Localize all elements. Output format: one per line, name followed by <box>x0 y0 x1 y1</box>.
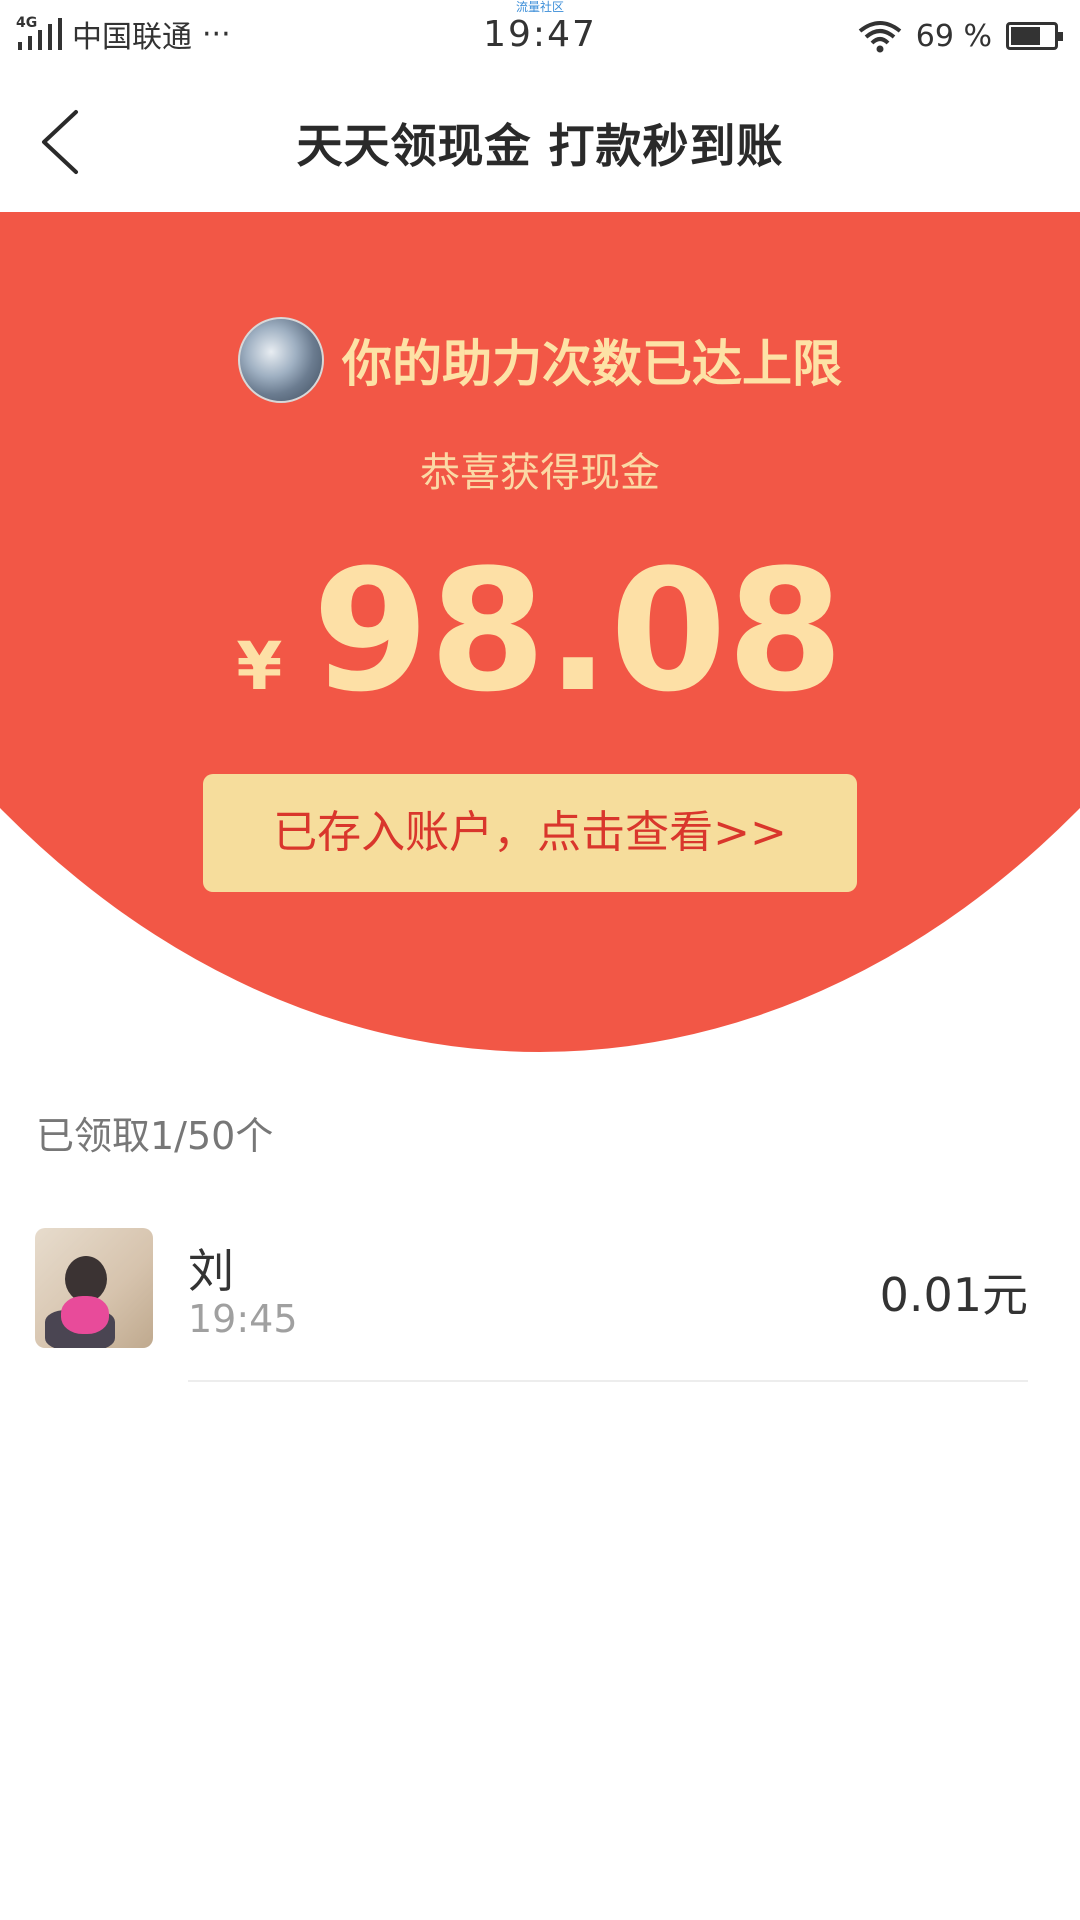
avatar <box>238 317 324 403</box>
list-item[interactable]: 刘 19:45 0.01元 <box>0 1225 1080 1385</box>
wifi-icon <box>858 21 902 53</box>
claim-time: 19:45 <box>188 1297 298 1341</box>
claimer-name: 刘 <box>188 1244 234 1298</box>
battery-icon <box>1006 22 1063 50</box>
page-title: 天天领现金 打款秒到账 <box>296 119 784 173</box>
nav-header: 天天领现金 打款秒到账 <box>0 72 1080 212</box>
claim-amount: 0.01元 <box>879 1268 1028 1322</box>
avatar <box>35 1228 153 1348</box>
cash-amount: ¥ 98.08 <box>0 547 1080 715</box>
currency-symbol: ¥ <box>236 628 283 705</box>
limit-status-text: 你的助力次数已达上限 <box>342 335 842 393</box>
claimed-count: 已领取1/50个 <box>36 1114 274 1158</box>
battery-percent: 69 % <box>915 18 992 54</box>
status-bar: 流量社区 4G 中国联通 ··· 19:47 69 % <box>0 0 1080 72</box>
status-right: 69 % <box>858 16 1063 56</box>
view-account-button[interactable]: 已存入账户，点击查看>> <box>203 774 857 892</box>
divider <box>188 1380 1028 1382</box>
reward-hero: 你的助力次数已达上限 恭喜获得现金 ¥ 98.08 已存入账户，点击查看>> <box>0 212 1080 1052</box>
congrats-text: 恭喜获得现金 <box>420 450 660 496</box>
limit-status: 你的助力次数已达上限 <box>0 317 1080 403</box>
amount-value: 98.08 <box>312 533 844 729</box>
